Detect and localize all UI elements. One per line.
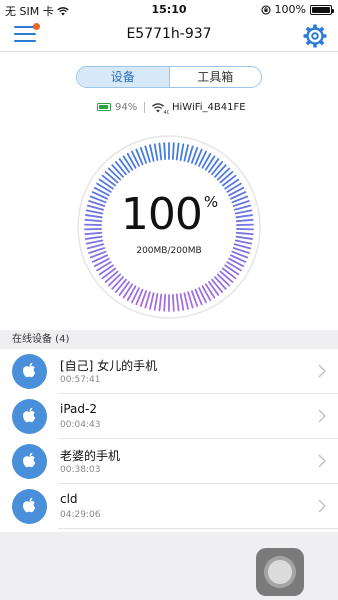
gauge-tick	[149, 292, 155, 310]
nav-bar: E5771h-937	[0, 20, 338, 52]
device-name: iPad-2	[60, 402, 97, 416]
chevron-right-icon	[318, 454, 326, 468]
tab-device[interactable]: 设备	[77, 67, 170, 87]
device-battery-icon	[97, 103, 111, 111]
device-avatar	[12, 354, 47, 389]
gear-icon[interactable]	[302, 23, 328, 49]
chevron-right-icon	[318, 499, 326, 513]
gauge-tick	[216, 167, 231, 181]
gauge-unit: %	[203, 193, 218, 211]
gauge-tick	[153, 143, 159, 161]
device-name: 老婆的手机	[60, 449, 121, 463]
gauge-tick	[163, 293, 167, 312]
gauge-tick	[187, 291, 194, 309]
device-list-item[interactable]: iPad-2 00:04:43	[0, 394, 338, 439]
devices-header: 在线设备 (4)	[0, 330, 338, 349]
gauge-tick	[104, 171, 119, 184]
gauge-tick	[214, 276, 227, 290]
gauge-tick	[175, 293, 180, 312]
device-battery-pct: 94%	[115, 102, 138, 113]
gauge-tick	[104, 270, 119, 283]
gauge-tick	[221, 267, 237, 280]
device-info-row: 94% 4G HiWiFi_4B41FE	[0, 100, 338, 116]
online-devices: 在线设备 (4) [自己] 女儿的手机 00:57:41 iPad-2 00:04:4…	[0, 330, 338, 532]
gauge-tick	[114, 161, 127, 176]
rotation-lock-icon	[260, 4, 271, 15]
gauge-tick	[214, 164, 227, 178]
gauge-tick	[179, 293, 185, 311]
gauge-tick	[234, 239, 253, 245]
wifi-icon: 4G	[151, 103, 170, 115]
device-name: [自己] 女儿的手机	[60, 359, 158, 373]
gauge-tick	[183, 292, 189, 310]
device-avatar	[12, 399, 47, 434]
status-right: 100%	[260, 3, 334, 16]
chevron-right-icon	[318, 364, 326, 378]
status-bar: 无 SIM 卡 15:10 100%	[0, 0, 338, 20]
gauge-tick	[179, 143, 185, 161]
data-usage-gauge: 100% 200MB/200MB	[76, 134, 262, 320]
chevron-right-icon	[318, 409, 326, 423]
assistive-touch-button[interactable]	[256, 548, 304, 596]
gauge-tick	[183, 144, 189, 162]
gauge-tick	[211, 161, 224, 176]
page-title: E5771h-937	[126, 26, 212, 42]
device-online-time: 00:57:41	[60, 375, 101, 385]
gauge-tick	[149, 144, 155, 162]
gauge-tick	[85, 239, 104, 245]
apple-icon	[23, 452, 36, 468]
device-avatar	[12, 489, 47, 524]
device-list-item[interactable]: [自己] 女儿的手机 00:57:41	[0, 349, 338, 394]
device-online-time: 04:29:06	[60, 510, 101, 520]
gauge-tick	[175, 142, 180, 161]
gauge-tick	[171, 293, 175, 312]
battery-icon	[310, 4, 334, 15]
device-name: cld	[60, 492, 78, 506]
status-battery-pct: 100%	[274, 3, 306, 16]
gauge-tick	[163, 142, 167, 161]
gauge-usage: 200MB/200MB	[136, 246, 202, 256]
gauge-tick	[144, 145, 151, 163]
segmented-control: 设备 工具箱	[76, 66, 262, 88]
gauge-value: 100%	[120, 189, 218, 240]
wifi-name: HiWiFi_4B41FE	[172, 102, 246, 113]
row-divider	[58, 528, 338, 529]
device-list-item[interactable]: cld 04:29:06	[0, 484, 338, 529]
gauge-tick	[107, 167, 122, 181]
device-online-time: 00:38:03	[60, 465, 101, 475]
device-avatar	[12, 444, 47, 479]
gauge-tick	[101, 267, 117, 280]
apple-icon	[23, 407, 36, 423]
apple-icon	[23, 362, 36, 378]
gauge-tick	[144, 291, 151, 309]
gauge-tick	[171, 142, 175, 161]
gauge-tick	[107, 273, 122, 287]
gauge-tick	[221, 174, 237, 187]
gauge-tick	[158, 142, 163, 161]
gauge-tick	[111, 164, 124, 178]
apple-icon	[23, 497, 36, 513]
gauge-tick	[187, 145, 194, 163]
gauge-tick	[153, 293, 159, 311]
gauge-tick	[219, 171, 234, 184]
gauge-tick	[111, 276, 124, 290]
device-list-item[interactable]: 老婆的手机 00:38:03	[0, 439, 338, 484]
gauge-tick	[219, 270, 234, 283]
gauge-tick	[216, 273, 231, 287]
gauge-tick	[101, 174, 117, 187]
tab-toolbox[interactable]: 工具箱	[170, 67, 262, 87]
gauge-tick	[158, 293, 163, 312]
svg-text:4G: 4G	[164, 110, 170, 115]
device-online-time: 00:04:43	[60, 420, 101, 430]
info-divider	[144, 102, 145, 113]
gauge-tick	[114, 278, 127, 293]
gauge-tick	[211, 278, 224, 293]
